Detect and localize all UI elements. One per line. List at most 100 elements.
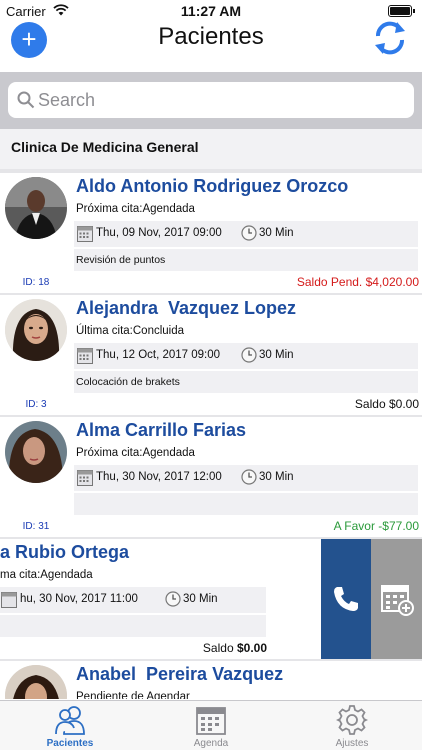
patient-row-content[interactable]: Anabel Pereira Vazquez Pendiente de Agen… [0, 661, 422, 699]
balance-label: Saldo Pend. [296, 275, 363, 289]
appointment-note [74, 493, 418, 515]
patient-row-swiped[interactable]: a Rubio Ortega ma cita:Agendada hu, 30 N… [0, 539, 422, 659]
schedule-button[interactable] [371, 539, 422, 659]
tab-agenda[interactable]: Agenda [141, 701, 281, 750]
avatar-column [0, 661, 72, 699]
patient-row[interactable]: ID: 18 Aldo Antonio Rodriguez Orozco Pró… [0, 173, 422, 293]
clinic-section-header: Clinica De Medicina General [0, 129, 422, 169]
appointment-duration: 30 Min [259, 471, 294, 483]
patients-icon [55, 706, 85, 735]
tab-label: Pacientes [46, 738, 94, 749]
tab-label: Ajustes [335, 738, 369, 749]
avatar [5, 665, 67, 699]
appointment-info: hu, 30 Nov, 2017 11:00 30 Min [0, 587, 266, 613]
tab-bar: Pacientes Agenda Ajustes [0, 700, 422, 750]
status-bar: Carrier 11:27 AM [0, 0, 422, 22]
balance-label: Saldo [354, 397, 386, 411]
patient-row[interactable]: ID: 31 Alma Carrillo Farias Próxima cita… [0, 417, 422, 537]
calendar-icon [77, 470, 93, 486]
patient-id: ID: 18 [22, 277, 50, 288]
calendar-icon [77, 226, 93, 242]
appointment-info: Thu, 12 Oct, 2017 09:00 30 Min [74, 343, 418, 369]
patient-name: Anabel Pereira Vazquez [76, 664, 284, 684]
balance-amount: $0.00 [236, 641, 267, 655]
search-bar [0, 72, 422, 129]
appointment-status: Pendiente de Agendar [76, 691, 190, 699]
navigation-bar: + Pacientes [0, 21, 422, 72]
clock: 11:27 AM [180, 3, 242, 19]
avatar-column: ID: 18 [0, 173, 72, 293]
appointment-info: Thu, 30 Nov, 2017 12:00 30 Min [74, 465, 418, 491]
tab-label: Agenda [193, 738, 229, 749]
patient-id: ID: 31 [22, 521, 50, 532]
tab-ajustes[interactable]: Ajustes [282, 701, 422, 750]
calendar-icon [196, 707, 226, 735]
patient-name: Alma Carrillo Farias [76, 420, 247, 440]
status-value: Agendada [142, 203, 195, 215]
status-label: Próxima cita: [76, 447, 143, 459]
status-label: Próxima cita: [76, 203, 143, 215]
appointment-duration: 30 Min [183, 593, 218, 605]
refresh-icon[interactable] [370, 18, 410, 58]
patient-list[interactable]: ID: 18 Aldo Antonio Rodriguez Orozco Pró… [0, 169, 422, 699]
search-input[interactable] [38, 86, 398, 114]
balance-label: A Favor [333, 519, 375, 533]
balance: Saldo $0.00 [203, 641, 267, 655]
balance-label: Saldo [202, 641, 234, 655]
avatar-column: ID: 3 [0, 295, 72, 415]
patient-name: Alejandra Vazquez Lopez [76, 298, 297, 318]
status-label: ma cita: [0, 569, 41, 581]
status-value: Concluida [132, 325, 185, 337]
patient-name: a Rubio Ortega [0, 542, 130, 562]
appointment-status: Próxima cita:Agendada [76, 203, 195, 215]
status-label: Última cita: [76, 325, 133, 337]
appointment-duration: 30 Min [259, 349, 294, 361]
appointment-status: Última cita:Concluida [76, 325, 184, 337]
patient-row-content[interactable]: ID: 3 Alejandra Vazquez Lopez Última cit… [0, 295, 422, 415]
calendar-icon [77, 348, 93, 364]
patient-row[interactable]: ID: 3 Alejandra Vazquez Lopez Última cit… [0, 295, 422, 415]
appointment-status: Próxima cita:Agendada [76, 447, 195, 459]
avatar-column: ID: 31 [0, 417, 72, 537]
patient-name: Aldo Antonio Rodriguez Orozco [76, 176, 349, 196]
balance-amount: $4,020.00 [365, 275, 419, 289]
search-icon [17, 91, 35, 109]
patient-id: ID: 3 [25, 399, 47, 410]
tab-pacientes[interactable]: Pacientes [0, 701, 140, 750]
appointment-date: Thu, 30 Nov, 2017 12:00 [96, 471, 222, 483]
avatar [5, 177, 67, 239]
status-label: Pendiente de Agendar [76, 691, 190, 699]
balance: Saldo $0.00 [355, 397, 419, 411]
call-button[interactable] [321, 539, 371, 659]
balance: Saldo Pend. $4,020.00 [297, 275, 419, 289]
avatar [5, 299, 67, 361]
clock-icon [241, 469, 257, 485]
page-title: Pacientes [158, 23, 264, 50]
appointment-duration: 30 Min [259, 227, 294, 239]
calendar-add-icon [380, 585, 414, 616]
appointment-date: Thu, 12 Oct, 2017 09:00 [96, 349, 221, 361]
status-value: Agendada [142, 447, 195, 459]
clock-icon [241, 225, 257, 241]
status-value: Agendada [40, 569, 93, 581]
appointment-note [0, 615, 266, 637]
search-field[interactable] [8, 82, 414, 118]
balance-amount: -$77.00 [378, 519, 419, 533]
patient-row-content[interactable]: a Rubio Ortega ma cita:Agendada hu, 30 N… [0, 539, 346, 659]
appointment-note: Colocación de brakets [74, 371, 418, 393]
appointment-date: hu, 30 Nov, 2017 11:00 [20, 593, 138, 605]
patient-row-content[interactable]: ID: 18 Aldo Antonio Rodriguez Orozco Pró… [0, 173, 422, 293]
balance: A Favor -$77.00 [334, 519, 419, 533]
balance-amount: $0.00 [388, 397, 419, 411]
appointment-info: Thu, 09 Nov, 2017 09:00 30 Min [74, 221, 418, 247]
battery-icon [388, 5, 415, 17]
calendar-icon [1, 592, 17, 608]
clock-icon [241, 347, 257, 363]
clock-icon [165, 591, 181, 607]
appointment-status: ma cita:Agendada [0, 569, 93, 581]
gear-icon [336, 705, 368, 735]
appointment-date: Thu, 09 Nov, 2017 09:00 [96, 227, 222, 239]
patient-row-content[interactable]: ID: 31 Alma Carrillo Farias Próxima cita… [0, 417, 422, 537]
phone-icon [334, 587, 358, 611]
patient-row[interactable]: Anabel Pereira Vazquez Pendiente de Agen… [0, 661, 422, 699]
